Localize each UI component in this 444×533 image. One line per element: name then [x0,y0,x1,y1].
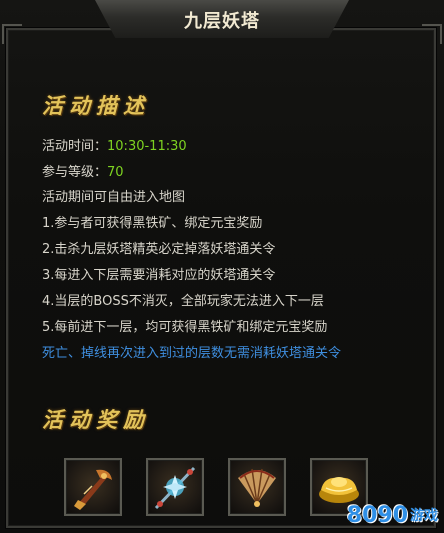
reward-list [64,458,384,518]
fan-icon [238,468,276,507]
level-row: 参与等级：70 [42,161,124,180]
panel-title: 九层妖塔 [184,11,260,32]
frame-corner-top-right [422,24,442,44]
level-value: 70 [107,165,124,180]
reward-slot[interactable] [146,458,204,516]
rule-item: 3.每进入下层需要消耗对应的妖塔通关令 [42,268,276,283]
reward-slot[interactable] [228,458,286,516]
watermark-logo: 8090 游戏 [347,501,438,529]
rule-item: 5.每前进下一层，均可获得黑铁矿和绑定元宝奖励 [42,320,328,335]
reward-slot[interactable] [64,458,122,516]
rule-item: 1.参与者可获得黑铁矿、绑定元宝奖励 [42,216,263,231]
description-heading: 活动描述 [42,93,150,118]
rule-item: 2.击杀九层妖塔精英必定掉落妖塔通关令 [42,242,276,257]
frame-corner-top-left [2,24,22,44]
watermark-number: 8090 [346,502,408,528]
rule-item: 4.当层的BOSS不消灭，全部玩家无法进入下一层 [42,294,324,309]
free-entry-text: 活动期间可自由进入地图 [42,190,186,205]
weapon-icon [74,469,112,510]
crystal-spear-icon [154,466,196,510]
watermark-text: 游戏 [410,508,438,524]
note-text: 死亡、掉线再次进入到过的层数无需消耗妖塔通关令 [42,346,342,361]
level-label: 参与等级： [42,165,108,180]
event-panel: 九层妖塔 活动描述 活动时间：10:30-11:30 参与等级：70 活动期间可… [0,0,444,533]
activity-time-row: 活动时间：10:30-11:30 [42,135,187,154]
activity-time-label: 活动时间： [42,139,108,154]
activity-time-value: 10:30-11:30 [107,139,187,154]
rewards-heading: 活动奖励 [42,407,150,432]
